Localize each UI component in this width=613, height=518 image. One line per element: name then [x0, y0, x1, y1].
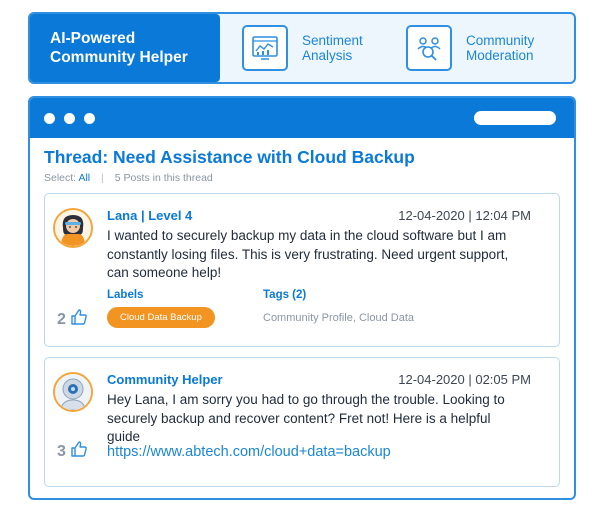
feature-bar: AI-Powered Community Helper Sentiment An… — [28, 12, 576, 84]
post-body: I wanted to securely backup my data in t… — [107, 228, 509, 280]
like-count: 2 — [57, 310, 66, 328]
thread-title: Thread: Need Assistance with Cloud Backu… — [44, 147, 415, 167]
user-avatar-icon[interactable] — [53, 208, 93, 248]
window-titlebar — [30, 98, 574, 138]
post-count: 5 Posts in this thread — [114, 172, 213, 184]
tags-heading: Tags (2) — [263, 289, 307, 301]
post-author[interactable]: Community Helper — [107, 372, 223, 387]
separator: | — [101, 172, 104, 184]
feature-sentiment-analysis[interactable]: Sentiment Analysis — [220, 14, 390, 82]
window-dot-icon[interactable] — [64, 113, 75, 124]
like-counter[interactable]: 3 — [57, 440, 88, 463]
post-card: Community Helper 12-04-2020 | 02:05 PM H… — [44, 357, 560, 487]
thread-meta: Select: All | 5 Posts in this thread — [44, 172, 213, 184]
window-dot-icon[interactable] — [44, 113, 55, 124]
users-search-icon — [406, 25, 452, 71]
address-bar[interactable] — [474, 111, 556, 125]
post-timestamp: 12-04-2020 | 12:04 PM — [398, 208, 531, 223]
window-dot-icon[interactable] — [84, 113, 95, 124]
thumbs-up-icon[interactable] — [70, 308, 88, 331]
post-body: Hey Lana, I am sorry you had to go throu… — [107, 392, 505, 444]
like-counter[interactable]: 2 — [57, 308, 88, 331]
post-author[interactable]: Lana | Level 4 — [107, 208, 192, 223]
post-card: Lana | Level 4 12-04-2020 | 12:04 PM I w… — [44, 193, 560, 347]
post-timestamp: 12-04-2020 | 02:05 PM — [398, 372, 531, 387]
feature-label-line1: Sentiment — [302, 33, 363, 48]
robot-avatar-icon[interactable] — [53, 372, 93, 412]
brand-line-1: AI-Powered — [50, 30, 136, 47]
tags-list[interactable]: Community Profile, Cloud Data — [263, 312, 414, 324]
label-badge[interactable]: Cloud Data Backup — [107, 307, 215, 328]
guide-link[interactable]: https://www.abtech.com/cloud+data=backup — [107, 444, 391, 460]
labels-heading: Labels — [107, 289, 144, 301]
brand-tile[interactable]: AI-Powered Community Helper — [30, 14, 220, 82]
analytics-chart-icon — [242, 25, 288, 71]
like-count: 3 — [57, 442, 66, 460]
select-prefix: Select: — [44, 172, 77, 184]
select-all-link[interactable]: All — [78, 172, 90, 184]
feature-label-line1: Community — [466, 33, 535, 48]
thumbs-up-icon[interactable] — [70, 440, 88, 463]
thread-window: Thread: Need Assistance with Cloud Backu… — [28, 96, 576, 500]
feature-label-line2: Analysis — [302, 48, 353, 63]
feature-label-line2: Moderation — [466, 48, 534, 63]
brand-line-2: Community Helper — [50, 49, 188, 66]
feature-community-moderation[interactable]: Community Moderation — [390, 14, 574, 82]
